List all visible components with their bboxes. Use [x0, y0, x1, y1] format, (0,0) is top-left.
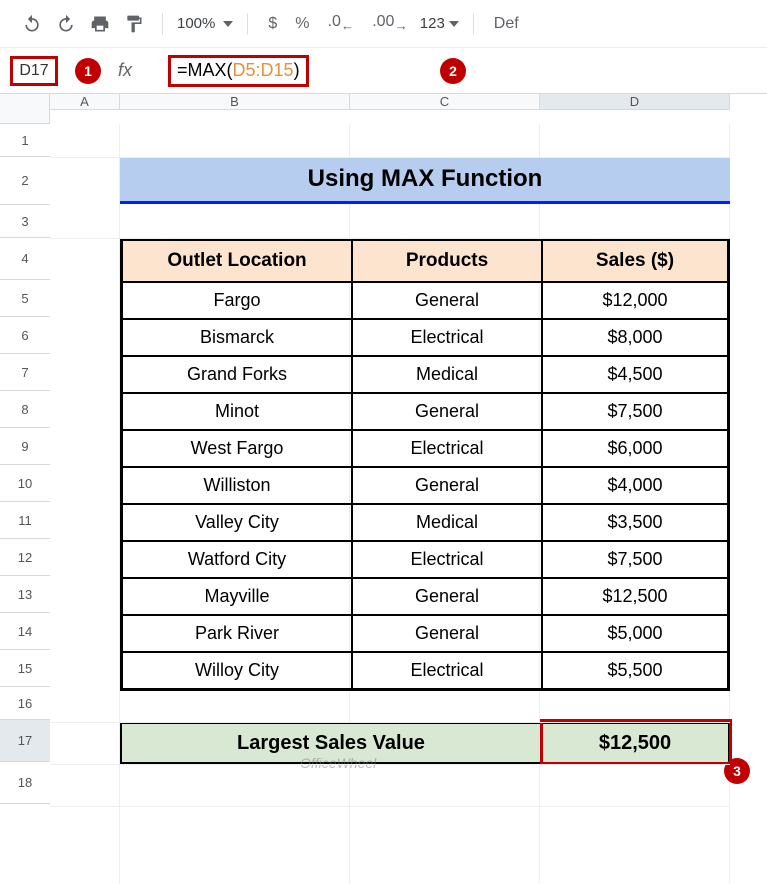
- increase-decimal-button[interactable]: .00→: [366, 9, 414, 37]
- cell-sales[interactable]: $6,000: [542, 430, 728, 467]
- cell-sales[interactable]: $7,500: [542, 393, 728, 430]
- cell-loc[interactable]: Williston: [122, 467, 352, 504]
- percent-button[interactable]: %: [289, 11, 315, 37]
- row-header-5[interactable]: 5: [0, 280, 50, 317]
- row-header-12[interactable]: 12: [0, 539, 50, 576]
- row-header-3[interactable]: 3: [0, 205, 50, 238]
- fx-label: fx: [118, 60, 132, 81]
- row-header-2[interactable]: 2: [0, 157, 50, 205]
- cell-sales[interactable]: $8,000: [542, 319, 728, 356]
- cell-sales[interactable]: $12,000: [542, 282, 728, 319]
- cell-loc[interactable]: Minot: [122, 393, 352, 430]
- row-header-14[interactable]: 14: [0, 613, 50, 650]
- select-all-corner[interactable]: [0, 94, 50, 124]
- print-icon[interactable]: [86, 10, 114, 38]
- cell-loc[interactable]: Valley City: [122, 504, 352, 541]
- cell-prod[interactable]: General: [352, 615, 542, 652]
- zoom-value: 100%: [177, 15, 215, 32]
- row-header-9[interactable]: 9: [0, 428, 50, 465]
- cell-loc[interactable]: Watford City: [122, 541, 352, 578]
- row-header-6[interactable]: 6: [0, 317, 50, 354]
- formula-range: D5:D15: [233, 60, 294, 81]
- title-cell[interactable]: Using MAX Function: [120, 157, 730, 201]
- formula-input[interactable]: =MAX(D5:D15): [168, 55, 309, 87]
- row-header-10[interactable]: 10: [0, 465, 50, 502]
- th-products[interactable]: Products: [352, 240, 542, 282]
- row-header-15[interactable]: 15: [0, 650, 50, 687]
- cell-prod[interactable]: General: [352, 282, 542, 319]
- redo-icon[interactable]: [52, 10, 80, 38]
- zoom-select[interactable]: 100%: [177, 15, 233, 32]
- col-header-B[interactable]: B: [120, 94, 350, 110]
- cell-sales[interactable]: $3,500: [542, 504, 728, 541]
- row-header-8[interactable]: 8: [0, 391, 50, 428]
- cell-prod[interactable]: Electrical: [352, 652, 542, 689]
- th-sales[interactable]: Sales ($): [542, 240, 728, 282]
- row-header-13[interactable]: 13: [0, 576, 50, 613]
- cell-sales[interactable]: $12,500: [542, 578, 728, 615]
- cell-prod[interactable]: Electrical: [352, 541, 542, 578]
- col-header-A[interactable]: A: [50, 94, 120, 110]
- title-underline: [120, 201, 730, 204]
- cell-sales[interactable]: $4,500: [542, 356, 728, 393]
- th-location[interactable]: Outlet Location: [122, 240, 352, 282]
- row-header-7[interactable]: 7: [0, 354, 50, 391]
- cell-sales[interactable]: $7,500: [542, 541, 728, 578]
- decrease-decimal-button[interactable]: .0←: [322, 9, 361, 37]
- cell-loc[interactable]: West Fargo: [122, 430, 352, 467]
- cell-loc[interactable]: Willoy City: [122, 652, 352, 689]
- cell-sales[interactable]: $5,000: [542, 615, 728, 652]
- result-highlight-box: [540, 719, 732, 765]
- data-table: Outlet Location Products Sales ($) Fargo…: [120, 238, 730, 691]
- cell-loc[interactable]: Mayville: [122, 578, 352, 615]
- formula-bar: D17 1 fx =MAX(D5:D15) 2: [0, 48, 767, 94]
- cell-loc[interactable]: Fargo: [122, 282, 352, 319]
- annotation-badge-3: 3: [724, 758, 750, 784]
- cell-loc[interactable]: Grand Forks: [122, 356, 352, 393]
- cell-loc[interactable]: Park River: [122, 615, 352, 652]
- col-header-D[interactable]: D: [540, 94, 730, 110]
- chevron-down-icon: [449, 21, 459, 27]
- formula-prefix: =MAX(: [177, 60, 233, 81]
- name-box[interactable]: D17: [10, 56, 58, 86]
- chevron-down-icon: [223, 21, 233, 27]
- number-format-menu[interactable]: 123: [420, 15, 459, 32]
- cell-prod[interactable]: Medical: [352, 504, 542, 541]
- row-header-4[interactable]: 4: [0, 238, 50, 280]
- toolbar: 100% $ % .0← .00→ 123 Def: [0, 0, 767, 48]
- cell-prod[interactable]: Medical: [352, 356, 542, 393]
- row-header-18[interactable]: 18: [0, 762, 50, 804]
- cell-prod[interactable]: General: [352, 578, 542, 615]
- cell-sales[interactable]: $5,500: [542, 652, 728, 689]
- cell-prod[interactable]: Electrical: [352, 319, 542, 356]
- formula-suffix: ): [294, 60, 300, 81]
- font-select[interactable]: Def: [488, 11, 525, 37]
- row-header-1[interactable]: 1: [0, 124, 50, 157]
- row-header-11[interactable]: 11: [0, 502, 50, 539]
- row-header-17[interactable]: 17: [0, 720, 50, 762]
- cell-loc[interactable]: Bismarck: [122, 319, 352, 356]
- cell-prod[interactable]: General: [352, 467, 542, 504]
- watermark: OfficeWheel: [300, 755, 376, 771]
- annotation-badge-1: 1: [75, 58, 101, 84]
- cell-prod[interactable]: Electrical: [352, 430, 542, 467]
- paint-format-icon[interactable]: [120, 10, 148, 38]
- annotation-badge-2: 2: [440, 58, 466, 84]
- cell-sales[interactable]: $4,000: [542, 467, 728, 504]
- currency-button[interactable]: $: [262, 11, 283, 37]
- cell-prod[interactable]: General: [352, 393, 542, 430]
- row-header-16[interactable]: 16: [0, 687, 50, 720]
- col-header-C[interactable]: C: [350, 94, 540, 110]
- undo-icon[interactable]: [18, 10, 46, 38]
